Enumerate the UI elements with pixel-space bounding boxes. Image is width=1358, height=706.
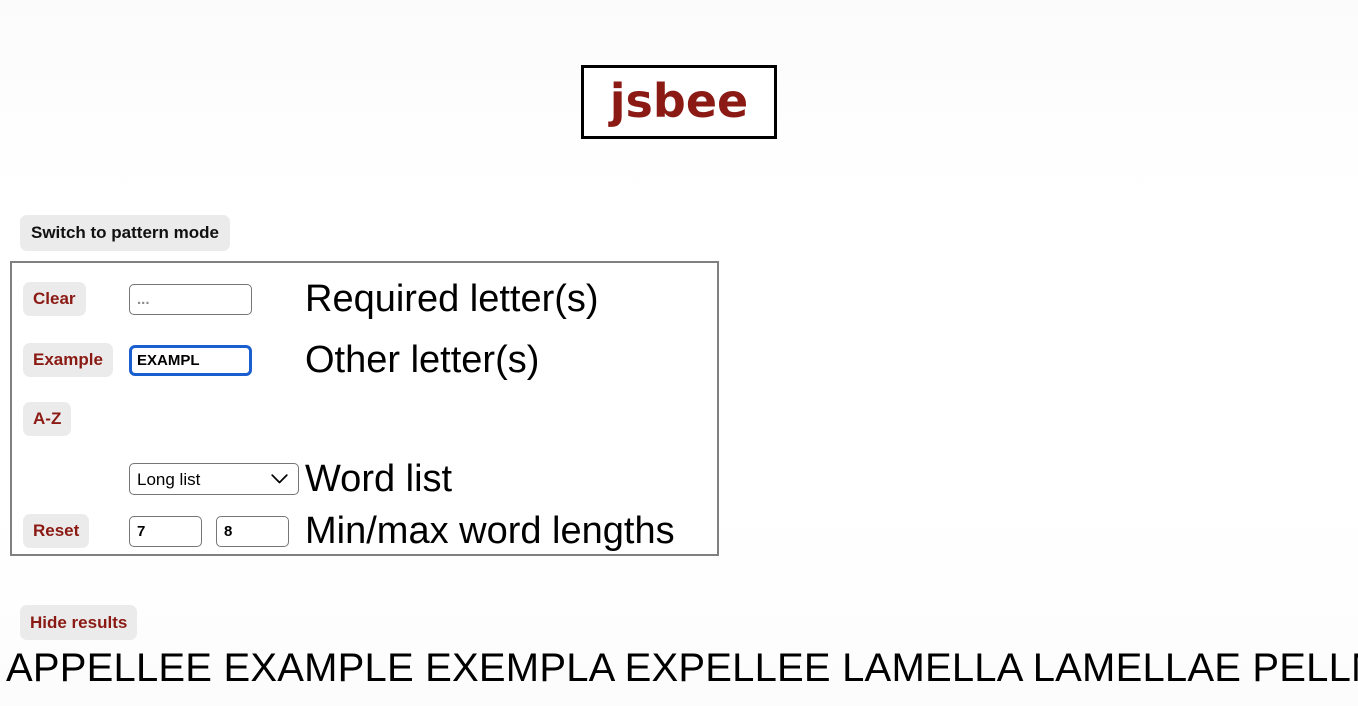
form-row-word-lengths: Reset Min/max word lengths [12,508,717,554]
word-lengths-label: Min/max word lengths [305,510,675,552]
max-word-length-input[interactable] [216,515,289,547]
row-button-slot: Reset [12,514,129,548]
reset-button[interactable]: Reset [23,514,90,548]
form-row-other-letters: Example Other letter(s) [12,336,717,384]
switch-to-pattern-mode-button[interactable]: Switch to pattern mode [20,215,230,251]
word-list-label: Word list [305,458,453,500]
form-row-required-letters: Clear Required letter(s) [12,275,717,323]
app-title-box: jsbee [580,65,778,139]
form-row-alphabet: A-Z [12,399,717,439]
row-button-slot: A-Z [12,402,129,436]
other-letters-input[interactable] [129,344,252,376]
form-row-word-list: Long list Word list [12,457,717,501]
min-word-length-input[interactable] [129,515,202,547]
hide-results-button[interactable]: Hide results [20,605,138,640]
word-list-select-wrap: Long list [129,463,299,495]
query-form-panel: Clear Required letter(s) Example Other l… [10,261,719,556]
row-field-slot [129,283,305,315]
row-field-slot [129,344,305,376]
required-letters-input[interactable] [129,283,252,315]
example-button[interactable]: Example [23,343,113,377]
row-button-slot: Example [12,343,129,377]
app-title-container: jsbee [0,65,1358,139]
row-field-slot: Long list [129,463,305,495]
row-button-slot: Clear [12,282,129,316]
word-list-select[interactable]: Long list [129,463,299,495]
other-letters-label: Other letter(s) [305,339,540,381]
clear-button[interactable]: Clear [23,282,86,316]
a-z-button[interactable]: A-Z [23,402,72,436]
required-letters-label: Required letter(s) [305,278,599,320]
page-title: jsbee [609,74,749,128]
row-field-slot [129,515,305,547]
results-word-list: APPELLEE EXAMPLE EXEMPLA EXPELLEE LAMELL… [6,646,1358,690]
